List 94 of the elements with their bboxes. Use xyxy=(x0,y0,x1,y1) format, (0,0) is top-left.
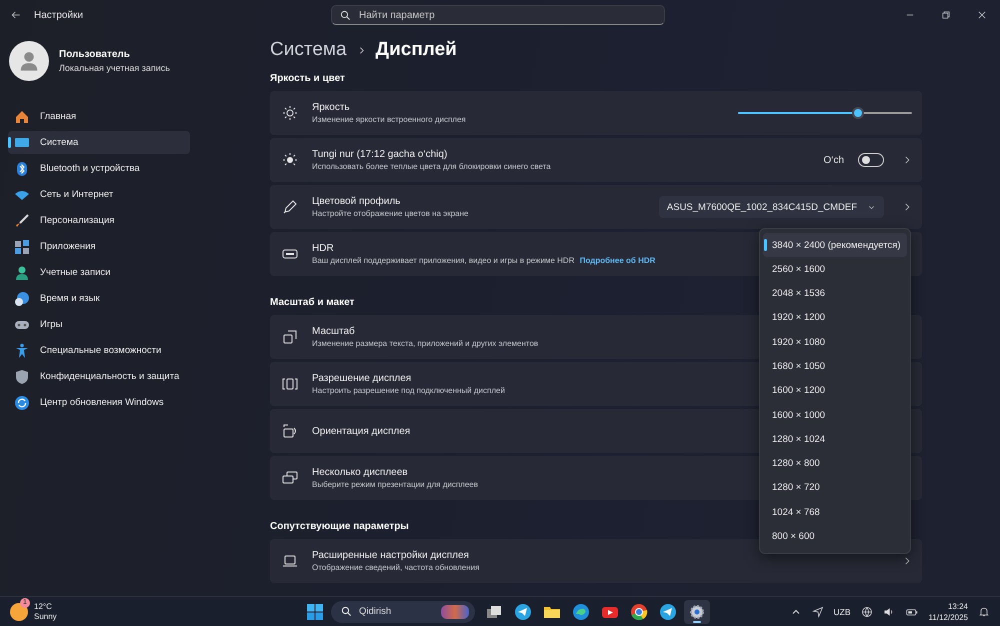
restore-icon xyxy=(941,10,951,20)
section-heading: Яркость и цвет xyxy=(270,73,346,85)
setting-description: Изменение размера текста, приложений и других элементов xyxy=(312,339,538,348)
sidebar-item[interactable]: Специальные возможности xyxy=(8,339,190,362)
setting-title: Ориентация дисплея xyxy=(312,426,410,436)
paper-plane-icon xyxy=(659,602,677,620)
breadcrumb-parent[interactable]: Система xyxy=(270,39,347,61)
setting-description: Изменение яркости встроенного дисплея xyxy=(312,115,466,124)
shield-icon xyxy=(14,368,30,384)
menu-option[interactable]: 1280 × 1024 xyxy=(763,427,907,452)
language-indicator[interactable]: UZB xyxy=(834,606,851,616)
section-heading: Сопутствующие параметры xyxy=(270,521,410,533)
clock-time[interactable]: 13:24 xyxy=(928,600,968,612)
sidebar-item[interactable]: Игры xyxy=(8,313,190,336)
settings-card[interactable]: Tungi nur (17:12 gacha o‘chiq) Использовать более теплые цвета для блокировки синего света O‘ch xyxy=(270,138,922,182)
setting-description: Настройте отображение цветов на экране xyxy=(312,209,468,218)
sidebar-item[interactable]: Учетные записи xyxy=(8,261,190,284)
sidebar-item[interactable]: Главная xyxy=(8,105,190,128)
setting-description: Использовать более теплые цвета для блокировки синего света xyxy=(312,162,551,171)
user-name: Пользователь xyxy=(59,49,131,60)
setting-title: Расширенные настройки дисплея xyxy=(312,550,469,561)
toggle-state-label: O‘ch xyxy=(823,154,844,166)
brush-icon xyxy=(14,212,30,228)
settings-card[interactable]: Цветовой профиль Настройте отображение цветов на экране ASUS_M7600QE_1002_834C415D_CMDEF xyxy=(270,185,922,229)
menu-option[interactable]: 1280 × 720 xyxy=(763,476,907,500)
menu-option[interactable]: 2048 × 1536 xyxy=(763,282,907,306)
window-title: Настройки xyxy=(34,10,84,20)
sidebar-item[interactable]: Персонализация xyxy=(8,209,190,232)
search-icon xyxy=(341,606,352,617)
account-type: Локальная учетная запись xyxy=(59,63,170,73)
settings-card[interactable]: Расширенные настройки дисплея Отображение сведений, частота обновления xyxy=(270,539,922,583)
paper-plane-icon xyxy=(514,602,532,620)
setting-title: HDR xyxy=(312,243,334,254)
setting-title: Масштаб xyxy=(312,326,355,337)
globe-clock-icon xyxy=(14,290,30,306)
setting-title: Разрешение дисплея xyxy=(312,373,412,384)
sidebar-item[interactable]: Система xyxy=(8,131,190,154)
menu-option[interactable]: 3840 × 2400 (рекомендуется) xyxy=(763,233,907,257)
settings-icon xyxy=(688,602,706,620)
pen-icon xyxy=(282,199,298,215)
weather-icon[interactable] xyxy=(10,602,28,620)
section-heading: Масштаб и макет xyxy=(270,297,356,309)
setting-title: Tungi nur (17:12 gacha o‘chiq) xyxy=(312,149,448,160)
resolution-icon xyxy=(282,376,298,392)
person-silhouette-icon xyxy=(18,50,40,72)
wave-browser-icon xyxy=(572,602,590,620)
accessibility-icon xyxy=(14,342,30,358)
apps-icon xyxy=(14,238,30,254)
setting-title: Несколько дисплеев xyxy=(312,467,408,478)
brightness-slider[interactable] xyxy=(738,106,912,120)
person-icon xyxy=(14,264,30,280)
taskbar-app-button[interactable] xyxy=(684,600,710,624)
bluetooth-icon xyxy=(14,160,30,176)
setting-description: Выберите режим презентации для дисплеев xyxy=(312,480,478,489)
laptop-icon xyxy=(282,553,298,569)
search-field[interactable]: Найти параметр xyxy=(331,5,665,25)
page-title: Дисплей xyxy=(376,39,457,61)
home-icon xyxy=(14,108,30,124)
weather-condition: Sunny xyxy=(34,612,57,622)
setting-description: Ваш дисплей поддерживает приложения, видео и игры в режиме HDR Подробнее об HDR xyxy=(312,256,656,265)
update-icon xyxy=(14,394,30,410)
color-profile-dropdown[interactable]: ASUS_M7600QE_1002_834C415D_CMDEF xyxy=(658,196,884,218)
sidebar-item[interactable]: Центр обновления Windows xyxy=(8,391,190,414)
close-icon xyxy=(977,10,987,20)
circle-browser-icon xyxy=(630,602,648,620)
sun-icon xyxy=(282,105,298,121)
rotate-screen-icon xyxy=(282,423,298,439)
setting-description: Настроить разрешение под подключенный дисплей xyxy=(312,386,505,395)
sidebar-item[interactable]: Приложения xyxy=(8,235,190,258)
temperature: 12°C xyxy=(34,602,53,612)
bell-icon xyxy=(978,606,990,618)
menu-option[interactable]: 1024 × 768 xyxy=(763,500,907,524)
setting-description: Отображение сведений, частота обновления xyxy=(312,563,480,572)
back-arrow-icon xyxy=(10,9,22,21)
night-light-icon xyxy=(282,152,298,168)
search-icon xyxy=(340,10,351,21)
location-arrow-icon xyxy=(812,606,824,618)
learn-more-link[interactable]: Подробнее об HDR xyxy=(580,256,656,265)
sidebar-item[interactable]: Конфиденциальность и защита xyxy=(8,365,190,388)
menu-option[interactable]: 1920 × 1080 xyxy=(763,330,907,354)
globe-icon xyxy=(860,606,873,618)
windows-logo-icon xyxy=(306,602,324,620)
setting-title: Цветовой профиль xyxy=(312,196,400,207)
multiple-displays-icon xyxy=(282,470,298,486)
settings-card[interactable]: Яркость Изменение яркости встроенного дисплея xyxy=(270,91,922,135)
menu-option[interactable]: 1600 × 1200 xyxy=(763,378,907,403)
clock-date[interactable]: 11/12/2025 xyxy=(928,612,968,622)
sidebar-item[interactable]: Сеть и Интернет xyxy=(8,183,190,206)
sidebar-item[interactable]: Bluetooth и устройства xyxy=(8,157,190,180)
toggle-switch[interactable] xyxy=(858,153,884,167)
setting-title: Яркость xyxy=(312,102,350,113)
sidebar-item[interactable]: Время и язык xyxy=(8,287,190,310)
scale-icon xyxy=(282,329,298,345)
speaker-icon xyxy=(882,606,895,618)
